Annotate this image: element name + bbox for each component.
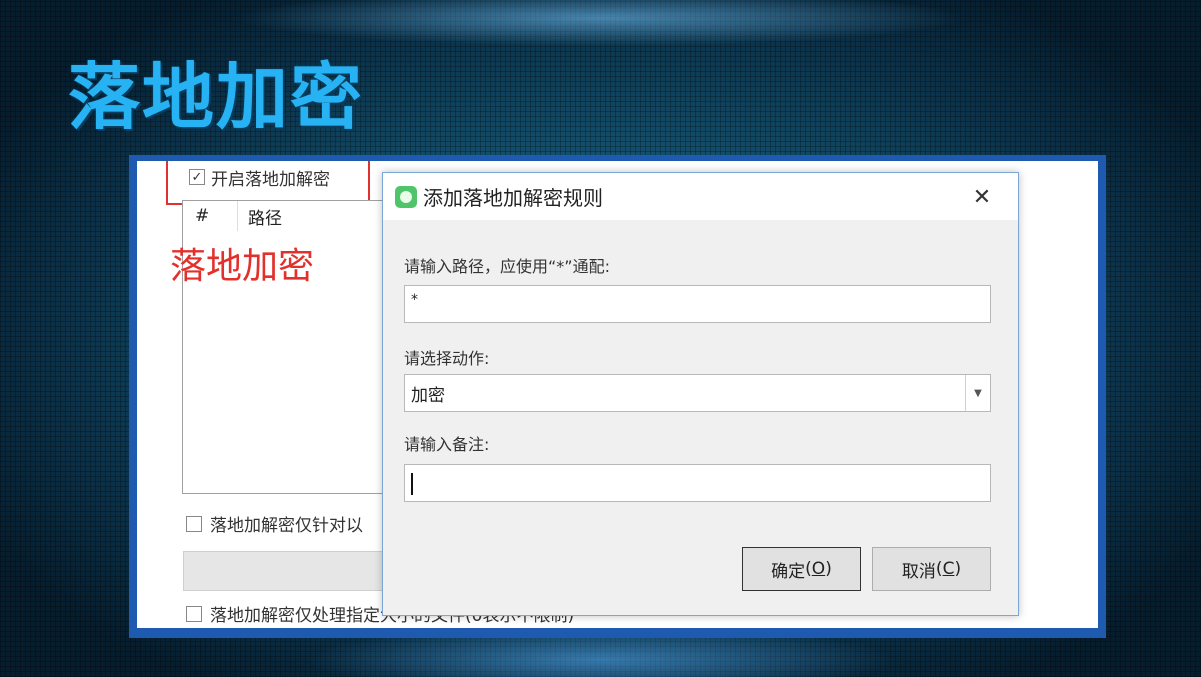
enable-checkbox[interactable]: ✓ [189, 169, 205, 185]
slide-title: 落地加密 [68, 55, 365, 139]
add-rule-dialog: 添加落地加解密规则 ✕ 请输入路径，应使用“*”通配: * 请选择动作: 加密 … [382, 172, 1019, 616]
ok-accel: O [811, 559, 826, 579]
option1-checkbox[interactable] [186, 515, 202, 532]
enable-encryption-option[interactable]: ✓ 开启落地加解密 [189, 165, 330, 190]
screenshot-frame: ✓ 开启落地加解密 # 路径 落地加密 落地加解密仅针对以 落地加解密仅处理指定… [129, 155, 1106, 638]
option2-checkbox[interactable] [186, 605, 202, 622]
column-header-path[interactable]: 路径 [238, 204, 282, 229]
note-label: 请输入备注: [404, 435, 490, 454]
text-caret [411, 473, 413, 495]
column-header-number[interactable]: # [183, 201, 238, 231]
enable-label: 开启落地加解密 [211, 169, 330, 190]
cancel-button[interactable]: 取消(C) [872, 547, 991, 591]
app-window: ✓ 开启落地加解密 # 路径 落地加密 落地加解密仅针对以 落地加解密仅处理指定… [137, 161, 1098, 628]
app-icon [395, 185, 417, 208]
dialog-title: 添加落地加解密规则 [423, 186, 603, 210]
option1-label: 落地加解密仅针对以 [210, 516, 363, 536]
path-input[interactable]: * [404, 285, 991, 323]
close-icon[interactable]: ✕ [968, 183, 996, 211]
note-input[interactable] [404, 464, 991, 502]
action-select[interactable]: 加密 ▼ [404, 374, 991, 412]
dialog-titlebar[interactable]: 添加落地加解密规则 ✕ [383, 173, 1018, 220]
option-target-filter[interactable]: 落地加解密仅针对以 [186, 511, 363, 536]
ok-label: 确定 [771, 561, 806, 582]
annotation-label: 落地加密 [170, 246, 315, 287]
ok-button[interactable]: 确定(O) [742, 547, 861, 591]
cancel-accel: C [942, 559, 955, 579]
action-label: 请选择动作: [404, 349, 490, 368]
path-label: 请输入路径，应使用“*”通配: [404, 257, 610, 276]
cancel-label: 取消 [901, 561, 936, 582]
chevron-down-icon[interactable]: ▼ [965, 375, 990, 411]
action-select-value: 加密 [411, 385, 445, 406]
